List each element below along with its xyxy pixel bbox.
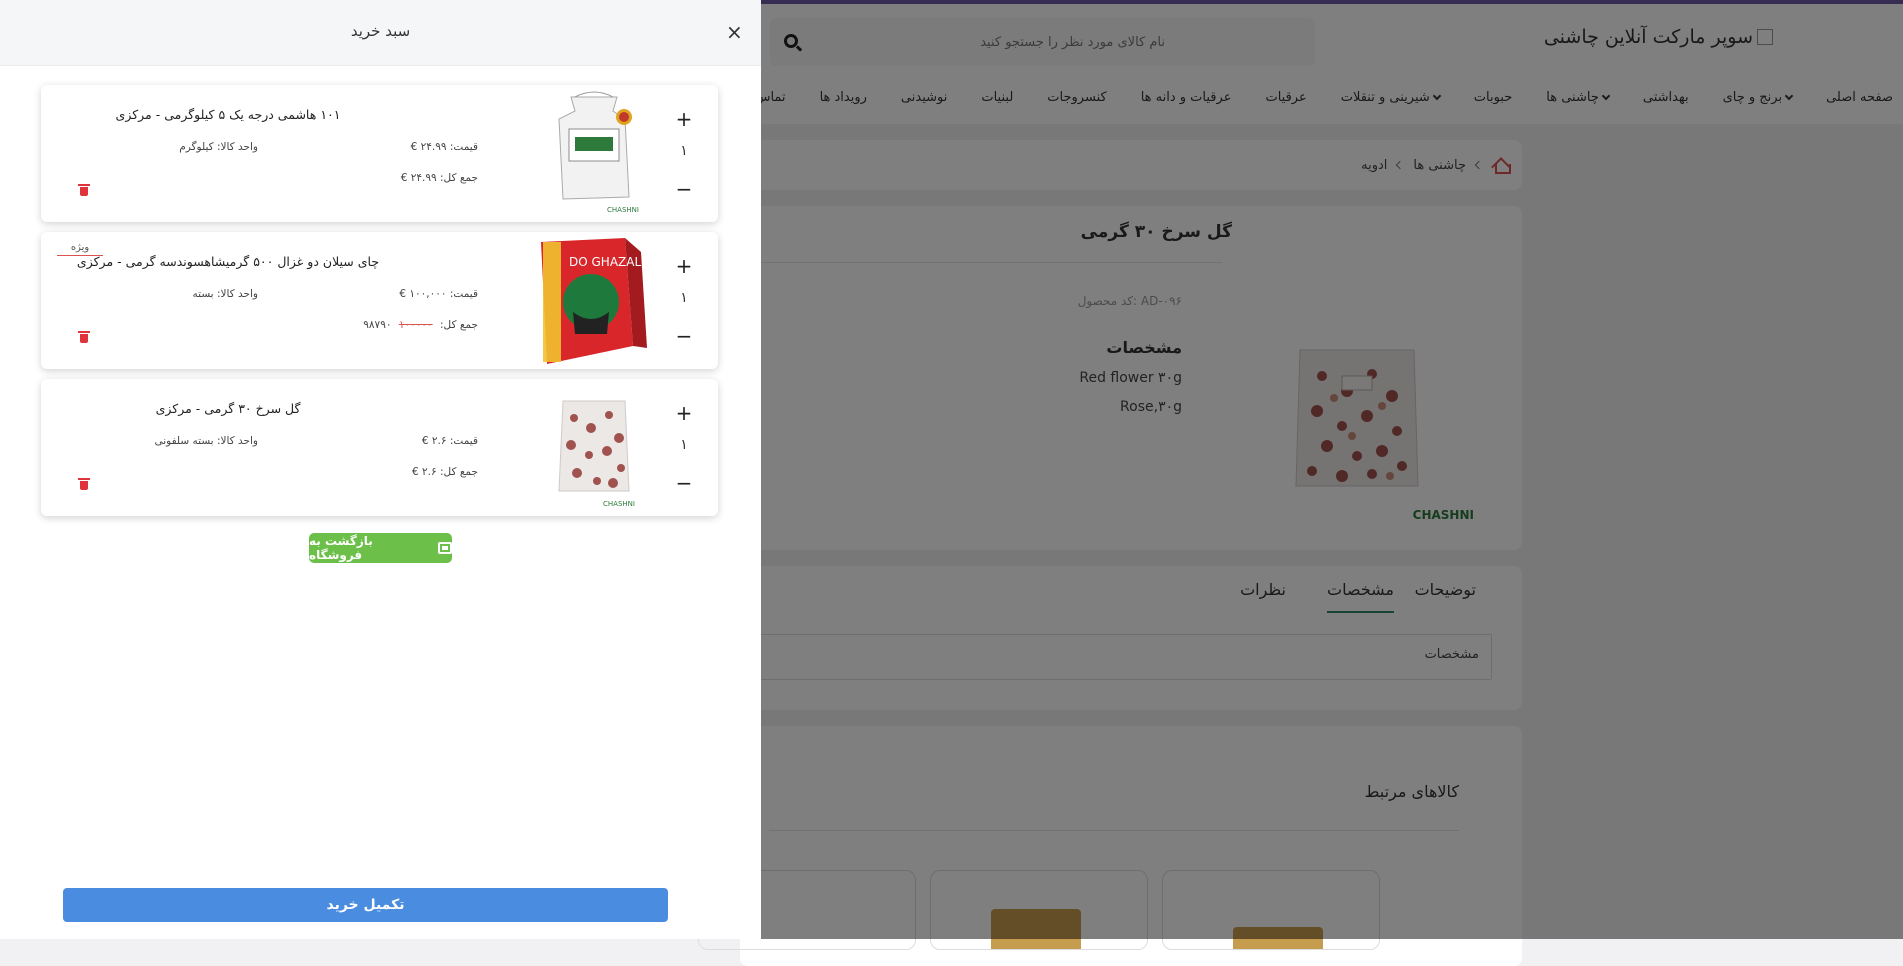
item-unit: واحد کالا: بسته سلفونی bbox=[154, 435, 259, 447]
quantity-decrease-button[interactable]: − bbox=[674, 471, 694, 495]
item-name: گل سرخ ۳۰ گرمی - مرکزی bbox=[155, 401, 301, 416]
item-total-label: جمع کل: bbox=[440, 319, 478, 331]
trash-icon[interactable] bbox=[78, 331, 90, 343]
store-icon bbox=[438, 542, 452, 554]
close-icon[interactable]: × bbox=[726, 22, 743, 42]
item-total: جمع کل: ۱۰۰۰۰۰ ۹۸۷۹۰ bbox=[363, 319, 478, 331]
item-total-old: ۱۰۰۰۰۰ bbox=[398, 319, 433, 331]
trash-icon[interactable] bbox=[78, 478, 90, 490]
back-to-shop-label: بازگشت به فروشگاه bbox=[309, 534, 373, 562]
item-unit: واحد کالا: بسته bbox=[192, 288, 258, 300]
item-total-new: ۹۸۷۹۰ bbox=[363, 319, 392, 331]
item-total: جمع کل: ۲۴.۹۹ € bbox=[400, 172, 478, 184]
product-thumbnail[interactable]: DO GHAZAL bbox=[529, 236, 659, 365]
item-total: جمع کل: ۲.۶ € bbox=[412, 466, 478, 478]
item-price: قیمت: ۲۴.۹۹ € bbox=[410, 141, 478, 153]
item-unit: واحد کالا: کیلوگرم bbox=[179, 141, 258, 153]
checkout-label: تکمیل خرید bbox=[326, 897, 405, 913]
quantity-increase-button[interactable]: + bbox=[674, 254, 694, 278]
trash-icon[interactable] bbox=[78, 184, 90, 196]
item-name: ۱۰۱ هاشمی درجه یک ۵ کیلوگرمی - مرکزی bbox=[115, 107, 341, 122]
cart-item: ویژه + ۱ − DO GHAZAL چای سیلان دو غزال ۵… bbox=[41, 232, 718, 369]
quantity-decrease-button[interactable]: − bbox=[674, 324, 694, 348]
checkout-button[interactable]: تکمیل خرید bbox=[63, 888, 668, 922]
product-thumbnail[interactable]: CHASHNI bbox=[529, 89, 659, 218]
quantity-decrease-button[interactable]: − bbox=[674, 177, 694, 201]
quantity-value: ۱ bbox=[680, 437, 688, 453]
product-thumbnail[interactable]: CHASHNI bbox=[529, 383, 659, 512]
item-price: قیمت: ۱۰۰,۰۰۰ € bbox=[399, 288, 478, 300]
quantity-increase-button[interactable]: + bbox=[674, 401, 694, 425]
quantity-value: ۱ bbox=[680, 290, 688, 306]
cart-item: + ۱ − CHASHNI ۱۰۱ هاشمی درجه یک ۵ کیلوگر… bbox=[41, 85, 718, 222]
back-to-shop-button[interactable]: بازگشت به فروشگاه bbox=[309, 533, 452, 563]
cart-title: سبد خرید bbox=[350, 22, 411, 40]
svg-text:CHASHNI: CHASHNI bbox=[607, 206, 639, 214]
cart-drawer: سبد خرید × + ۱ − CHASHNI ۱۰۱ هاشمی درجه … bbox=[0, 0, 761, 939]
cart-header: سبد خرید × bbox=[0, 0, 761, 66]
item-price: قیمت: ۲.۶ € bbox=[421, 435, 478, 447]
svg-text:DO GHAZAL: DO GHAZAL bbox=[569, 255, 641, 269]
item-name: چای سیلان دو غزال ۵۰۰ گرمیشاهسوندسه گرمی… bbox=[76, 254, 380, 269]
quantity-increase-button[interactable]: + bbox=[674, 107, 694, 131]
svg-text:CHASHNI: CHASHNI bbox=[603, 500, 635, 508]
cart-item: + ۱ − CHASHNI گل سرخ ۳۰ گرمی - مرکزی قیم… bbox=[41, 379, 718, 516]
quantity-value: ۱ bbox=[680, 143, 688, 159]
